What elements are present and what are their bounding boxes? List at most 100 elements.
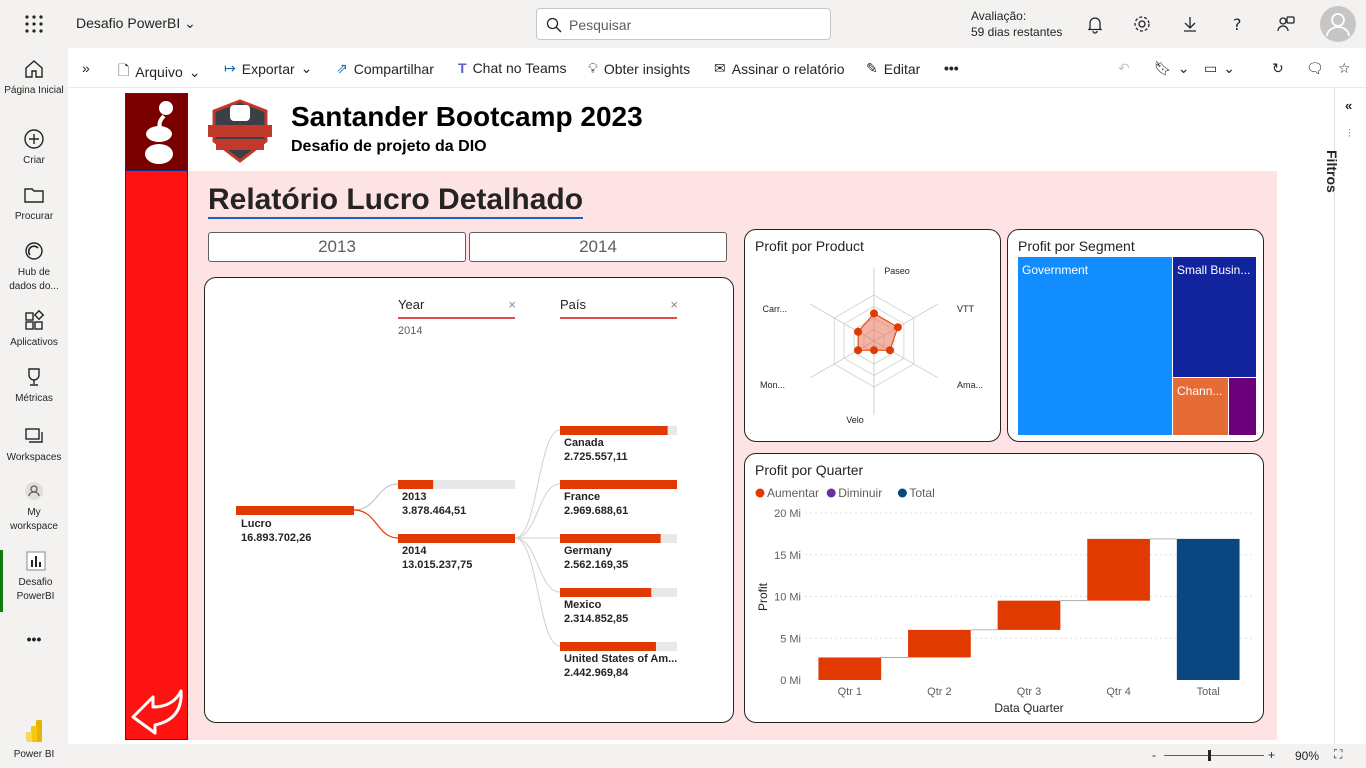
santander-logo [125,93,188,171]
x-tick-label: Qtr 2 [927,686,951,698]
tree-connector [514,537,561,647]
nav-label: Criar [23,155,45,166]
x-tick-label: Qtr 4 [1106,686,1130,698]
nav-apps[interactable]: Aplicativos [0,310,68,350]
radar-area [857,312,899,351]
trophy-icon [28,368,40,386]
waterfall-bar [1176,538,1240,680]
node-france-label[interactable]: France 2.969.688,61 [564,490,628,518]
nav-create[interactable]: Criar [0,128,68,168]
zoom-slider-track[interactable] [1164,755,1264,756]
treemap-cell-government[interactable]: Government [1018,257,1172,435]
radar-axis-label: VTT [957,304,975,314]
bookmark-button[interactable]: 🔖︎ ⌄ [1154,60,1190,77]
edit-label: Editar [883,60,921,77]
x-tick-label: Qtr 3 [1017,686,1041,698]
file-menu[interactable]: 🗋 Arquivo ⌄ [118,60,200,84]
app-launcher-icon[interactable] [24,14,44,34]
view-button[interactable]: ▭ ⌄ [1204,60,1235,77]
zoom-in-button[interactable]: + [1268,748,1275,762]
search-placeholder: Pesquisar [569,17,632,33]
plus-circle-icon [24,129,44,149]
zoom-out-button[interactable]: - [1152,748,1156,762]
node-germany-label[interactable]: Germany 2.562.169,35 [564,544,628,572]
nav-more[interactable]: ••• [0,632,68,646]
node-usa-label[interactable]: United States of Am... 2.442.969,84 [564,652,677,680]
search-box[interactable]: Pesquisar [536,8,831,40]
nav-desafio-powerbi[interactable]: Desafio PowerBI [0,550,68,612]
get-insights-button[interactable]: 💡︎ Obter insights [588,60,690,77]
node-2013-label[interactable]: 2013 3.878.464,51 [402,490,466,518]
pencil-icon: ✎ [866,60,878,76]
node-canada-label[interactable]: Canada 2.725.557,11 [564,436,628,464]
undo-icon[interactable]: ↶ [1118,60,1130,77]
comment-icon[interactable]: 🗨︎ [1306,60,1324,77]
waterfall-chart-visual[interactable]: Profit por Quarter Aumentar Diminuir Total… [744,453,1264,723]
bell-icon[interactable] [1085,14,1105,34]
nav-browse[interactable]: Procurar [0,184,68,224]
feedback-icon[interactable] [1276,14,1296,34]
nav-home[interactable]: Página Inicial [0,58,68,98]
more-options-button[interactable]: ••• [944,60,959,76]
teams-chat-label: Chat no Teams [472,60,567,76]
zoom-level[interactable]: 90% [1295,749,1319,763]
nav-label: Aplicativos [10,337,58,348]
workspace-title[interactable]: Desafio PowerBI ⌄ [76,15,196,32]
decomposition-tree-visual[interactable]: Year × 2014 País × Lucro 16.893.702,26 20… [204,277,734,723]
nav-my-workspace[interactable]: My workspace [0,480,68,534]
radar-axis-label: Velo [846,415,864,425]
treemap-visual[interactable]: Profit por Segment Government Small Busi… [1007,229,1264,442]
share-button[interactable]: ⇗ Compartilhar [336,60,434,77]
file-icon: 🗋 [118,62,130,78]
nav-powerbi[interactable]: Power BI [0,718,68,762]
download-icon[interactable] [1180,14,1200,34]
file-menu-label: Arquivo [135,64,183,80]
chevron-down-icon: ⌄ [1177,60,1190,76]
zoom-slider-thumb[interactable] [1208,750,1211,761]
search-icon [546,17,562,33]
radar-point [870,346,878,355]
chevron-down-icon: ⌄ [300,60,313,76]
year-button-2014[interactable]: 2014 [469,232,727,262]
export-menu[interactable]: ↦ Exportar ⌄ [224,60,312,77]
radar-chart-visual[interactable]: Profit por Product Paseo VTT Ama... Velo Mon… [744,229,1001,442]
view-icon: ▭ [1204,60,1218,76]
filters-pane-label[interactable]: Filtros [1324,150,1340,193]
gear-icon[interactable] [1132,14,1152,34]
y-tick-label: 0 Mi [780,675,801,687]
expand-nav-button[interactable]: » [82,60,90,76]
nav-label: Power BI [13,749,55,760]
side-bar [125,93,188,740]
favorite-star-icon[interactable]: ☆ [1338,60,1351,77]
tree-connector [514,537,561,593]
report-subtitle: Desafio de projeto da DIO [291,138,487,155]
year-bar [398,480,434,489]
workspaces-icon [25,428,43,443]
nav-workspaces[interactable]: Workspaces [0,425,68,465]
trial-status[interactable]: Avaliação: 59 dias restantes [971,8,1062,40]
edit-button[interactable]: ✎ Editar [866,60,920,77]
tree-connector [353,483,399,511]
back-arrow-icon[interactable] [129,683,187,735]
fit-to-page-icon[interactable]: ⛶ [1334,747,1342,762]
treemap-cell-channel[interactable]: Chann... [1173,378,1228,435]
teams-chat-button[interactable]: T Chat no Teams [458,60,566,76]
nav-label: Métricas [15,393,53,404]
page-title: Relatório Lucro Detalhado [208,183,584,219]
subscribe-button[interactable]: ✉ Assinar o relatório [714,60,845,77]
node-mexico-label[interactable]: Mexico 2.314.852,85 [564,598,628,626]
refresh-icon[interactable]: ↻ [1272,60,1284,77]
collapse-chevron-icon[interactable]: « [1345,98,1352,113]
help-icon[interactable]: ? [1227,14,1247,34]
report-icon [26,551,45,571]
nav-data-hub[interactable]: Hub de dados do... [0,240,68,294]
tree-connector [353,509,399,539]
x-axis-title: Data Quarter [994,701,1063,715]
avatar[interactable] [1320,6,1356,42]
year-bar [398,534,515,543]
nav-metrics[interactable]: Métricas [0,366,68,406]
treemap-cell-other[interactable] [1229,378,1256,435]
treemap-cell-small-business[interactable]: Small Busin... [1173,257,1256,377]
node-2014-label[interactable]: 2014 13.015.237,75 [402,544,472,572]
year-button-2013[interactable]: 2013 [208,232,466,262]
